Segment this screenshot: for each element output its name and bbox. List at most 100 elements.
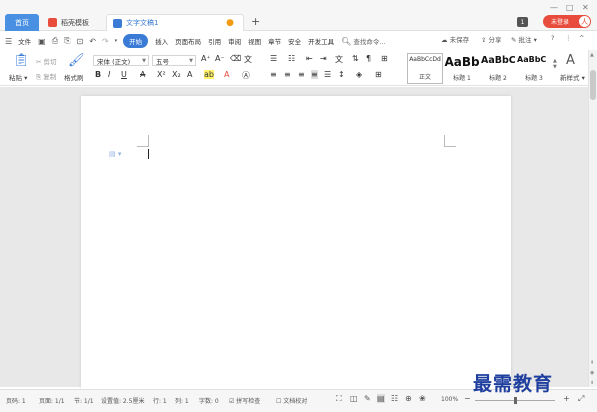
font-family-select[interactable]: 宋体 (正文) ▼ bbox=[93, 55, 149, 66]
menu-references[interactable]: 引用 bbox=[208, 36, 221, 46]
help-button[interactable]: ? bbox=[551, 34, 554, 42]
cut-button[interactable]: ✂ 剪切 bbox=[36, 56, 57, 66]
border-icon[interactable]: ⊞ bbox=[375, 70, 382, 79]
new-style-button[interactable]: 新样式 ▾ bbox=[560, 72, 585, 82]
tab-document[interactable]: 文字文稿1 ● bbox=[106, 14, 244, 31]
more-button[interactable]: ⋮ bbox=[565, 34, 572, 42]
char-border-icon[interactable]: Ⓐ bbox=[242, 70, 250, 81]
tab-home[interactable]: 首页 bbox=[5, 14, 39, 31]
zoom-out-icon[interactable]: − bbox=[464, 394, 471, 403]
status-col[interactable]: 列: 1 bbox=[175, 396, 189, 405]
zoom-in-icon[interactable]: + bbox=[563, 394, 570, 403]
document-canvas[interactable]: ▤ ▾ bbox=[0, 87, 588, 396]
status-row[interactable]: 行: 1 bbox=[153, 396, 167, 405]
format-painter-button[interactable]: 格式刷 bbox=[64, 72, 84, 82]
page-nav-icon[interactable]: ◉ bbox=[590, 370, 594, 376]
print-icon[interactable]: ⎘ bbox=[64, 36, 70, 46]
hamburger-icon[interactable]: ☰ bbox=[5, 37, 12, 46]
paragraph-handle-icon[interactable]: ▤ ▾ bbox=[109, 150, 121, 158]
menu-start[interactable]: 开始 bbox=[123, 34, 149, 48]
copy-button[interactable]: ⎘ 复制 bbox=[36, 71, 56, 82]
page-view-icon[interactable]: ▤ bbox=[377, 394, 385, 403]
clear-format-icon[interactable]: ⌫ bbox=[230, 54, 241, 63]
prev-page-icon[interactable]: ⇞ bbox=[590, 360, 594, 366]
login-button[interactable]: 未登录 人 bbox=[543, 15, 591, 28]
decrease-indent-icon[interactable]: ⇤ bbox=[306, 54, 313, 63]
restore-button[interactable]: □ bbox=[566, 3, 574, 12]
next-page-icon[interactable]: ⇟ bbox=[590, 380, 594, 386]
phonetic-icon[interactable]: 文 bbox=[244, 54, 252, 65]
style-heading1[interactable]: AaBb 标题 1 bbox=[444, 53, 479, 84]
status-pages[interactable]: 页面: 1/1 bbox=[39, 396, 65, 405]
dropdown-icon[interactable]: ▾ bbox=[115, 38, 118, 44]
minimize-button[interactable]: — bbox=[550, 3, 558, 12]
strikethrough-icon[interactable]: A bbox=[140, 70, 145, 79]
status-words[interactable]: 字数: 0 bbox=[199, 396, 219, 405]
shrink-font-icon[interactable]: A⁻ bbox=[215, 54, 225, 63]
menu-view[interactable]: 视图 bbox=[248, 36, 261, 46]
write-mode-icon[interactable]: ✎ bbox=[364, 394, 371, 403]
preview-icon[interactable]: ⊡ bbox=[77, 37, 84, 46]
style-heading2[interactable]: AaBbC 标题 2 bbox=[481, 53, 515, 84]
highlight-icon[interactable]: ab bbox=[204, 70, 214, 79]
menu-file[interactable]: 文件 bbox=[18, 36, 31, 46]
zoom-slider-handle[interactable] bbox=[514, 397, 517, 404]
share-button[interactable]: ⇪ 分享 bbox=[481, 34, 502, 44]
underline-icon[interactable]: U bbox=[121, 70, 127, 79]
redo-icon[interactable]: ↷ bbox=[102, 37, 109, 46]
comment-button[interactable]: ✎ 批注 ▾ bbox=[511, 34, 537, 44]
status-setting[interactable]: 设置值: 2.5厘米 bbox=[101, 396, 144, 405]
menu-insert[interactable]: 插入 bbox=[155, 36, 168, 46]
superscript-icon[interactable]: X² bbox=[157, 70, 166, 79]
bold-icon[interactable]: B bbox=[95, 70, 101, 79]
increase-indent-icon[interactable]: ⇥ bbox=[320, 54, 327, 63]
save-icon[interactable]: ▣ bbox=[38, 37, 46, 46]
read-mode-icon[interactable]: ◫ bbox=[350, 394, 358, 403]
eye-protection-icon[interactable]: ❀ bbox=[419, 394, 426, 403]
new-style-icon[interactable]: A bbox=[566, 53, 575, 68]
sort-icon[interactable]: ⇅ bbox=[352, 54, 359, 63]
web-view-icon[interactable]: ⊕ bbox=[405, 394, 412, 403]
align-left-icon[interactable]: ≡ bbox=[270, 70, 277, 79]
align-right-icon[interactable]: ≡ bbox=[298, 70, 305, 79]
export-icon[interactable]: ⎙ bbox=[52, 36, 58, 46]
shading-icon[interactable]: ◈ bbox=[356, 70, 362, 79]
search-icon[interactable]: 🔍︎ bbox=[341, 37, 351, 46]
paste-icon[interactable]: 📋︎ bbox=[13, 53, 30, 68]
scroll-up-icon[interactable]: ▲ bbox=[590, 52, 594, 58]
style-scroll-icon[interactable]: ▲ ▼ bbox=[553, 58, 557, 70]
chinese-layout-icon[interactable]: 文 bbox=[335, 54, 343, 65]
grow-font-icon[interactable]: A⁺ bbox=[201, 54, 211, 63]
new-tab-button[interactable]: + bbox=[251, 15, 260, 28]
align-center-icon[interactable]: ≡ bbox=[284, 70, 291, 79]
unsaved-button[interactable]: ☁ 未保存 bbox=[441, 34, 469, 44]
menu-review[interactable]: 审阅 bbox=[228, 36, 241, 46]
numbered-list-icon[interactable]: ☷ bbox=[288, 54, 295, 63]
menu-developer[interactable]: 开发工具 bbox=[308, 36, 334, 46]
undo-icon[interactable]: ↶ bbox=[89, 37, 96, 46]
fit-page-icon[interactable]: ⤢ bbox=[578, 394, 584, 404]
outline-view-icon[interactable]: ☷ bbox=[391, 394, 398, 403]
scroll-thumb[interactable] bbox=[590, 70, 596, 100]
line-spacing-icon[interactable]: ↕ bbox=[338, 70, 345, 79]
status-page[interactable]: 页码: 1 bbox=[6, 396, 26, 405]
paste-button[interactable]: 粘贴 ▾ bbox=[9, 72, 27, 82]
proofread-button[interactable]: ☐ 文档校对 bbox=[276, 396, 307, 405]
menu-page-layout[interactable]: 页面布局 bbox=[175, 36, 201, 46]
collapse-ribbon-button[interactable]: ^ bbox=[579, 34, 584, 42]
format-painter-icon[interactable]: 🖌︎ bbox=[68, 53, 85, 68]
notification-badge[interactable]: 1 bbox=[517, 17, 528, 27]
italic-icon[interactable]: I bbox=[108, 70, 110, 79]
style-heading3[interactable]: AaBbC 标题 3 bbox=[517, 53, 551, 84]
menu-security[interactable]: 安全 bbox=[288, 36, 301, 46]
bullet-list-icon[interactable]: ☰ bbox=[270, 54, 277, 63]
tab-template[interactable]: 稻壳模板 bbox=[42, 14, 102, 31]
status-section[interactable]: 节: 1/1 bbox=[74, 396, 94, 405]
spell-check-button[interactable]: ☑ 拼写检查 bbox=[229, 396, 260, 405]
text-effect-icon[interactable]: A bbox=[187, 70, 192, 79]
menu-chapter[interactable]: 章节 bbox=[268, 36, 281, 46]
fullscreen-icon[interactable]: ⛶ bbox=[336, 394, 342, 404]
distribute-icon[interactable]: ☰ bbox=[324, 70, 331, 79]
font-size-select[interactable]: 五号 ▼ bbox=[152, 55, 196, 66]
style-normal[interactable]: AaBbCcDd 正文 bbox=[407, 53, 443, 84]
